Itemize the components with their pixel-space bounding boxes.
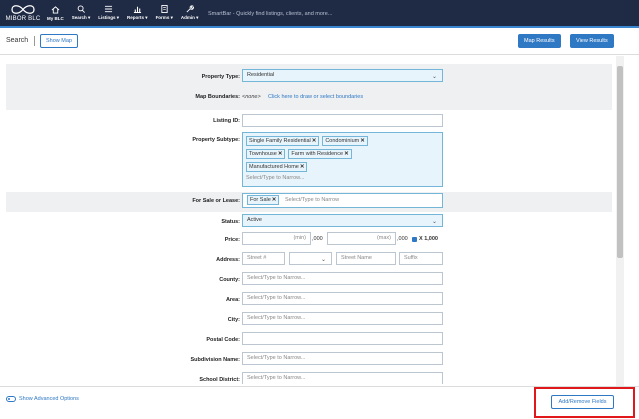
list-icon (105, 5, 113, 13)
property-type-select[interactable]: Residential ⌄ (242, 69, 443, 82)
nav-label: My BLC (47, 15, 64, 21)
property-type-value: Residential (247, 72, 275, 78)
nav-label: Admin ▾ (180, 15, 199, 20)
header-divider (34, 36, 35, 46)
nav-reports[interactable]: Reports ▾ (123, 0, 152, 26)
sale-lease-multiselect[interactable]: For Sale✕ Select/Type to Narrow (242, 193, 443, 208)
advanced-toggle-icon[interactable] (6, 396, 16, 402)
page-title: Search (6, 37, 29, 44)
sale-lease-placeholder: Select/Type to Narrow (284, 197, 340, 203)
subtype-tag[interactable]: Condominium✕ (322, 136, 368, 146)
chevron-down-icon: ⌄ (431, 74, 437, 80)
address-label: Address: (216, 257, 240, 263)
remove-tag-icon[interactable]: ✕ (278, 151, 283, 157)
listing-id-input[interactable] (242, 114, 443, 127)
wrench-icon (186, 5, 195, 13)
subtype-placeholder: Select/Type to Narrow... (246, 175, 305, 181)
draw-boundaries-link[interactable]: Click here to draw or select boundaries (268, 94, 363, 100)
nav-forms[interactable]: Forms ▾ (152, 0, 177, 26)
property-type-label: Property Type: (201, 74, 240, 80)
nav-admin[interactable]: Admin ▾ (177, 0, 203, 26)
search-form: Property Type: Residential ⌄ Map Boundar… (6, 64, 612, 384)
view-results-button[interactable]: View Results (570, 34, 614, 48)
footer-bar: Show Advanced Options Add/Remove Fields (0, 386, 639, 419)
postal-code-label: Postal Code: (206, 337, 240, 343)
price-max-input[interactable]: (max) (327, 232, 396, 245)
multiplier-checkbox[interactable] (412, 237, 417, 242)
status-label: Status: (221, 219, 240, 225)
county-input[interactable]: Select/Type to Narrow... (242, 272, 443, 285)
postal-code-input[interactable] (242, 332, 443, 345)
smartbar-input[interactable]: SmartBar - Quickly find listings, client… (203, 8, 639, 20)
mibor-logo[interactable]: MIBOR BLC (3, 0, 43, 26)
area-label: Area: (225, 297, 240, 303)
home-icon (51, 5, 60, 14)
property-subtype-label: Property Subtype: (192, 137, 240, 143)
street-suffix-input[interactable]: Suffix (399, 252, 443, 265)
document-icon (161, 5, 168, 13)
school-district-input[interactable]: Select/Type to Narrow... (242, 372, 443, 384)
status-select[interactable]: Active ⌄ (242, 214, 443, 227)
school-district-label: School District: (199, 377, 240, 383)
city-label: City: (227, 317, 240, 323)
map-boundaries-none: <none> (242, 94, 261, 100)
nav-listings[interactable]: Listings ▾ (94, 0, 123, 26)
nav-label: Forms ▾ (155, 15, 173, 20)
street-number-input[interactable]: Street # (242, 252, 285, 265)
bar-chart-icon (133, 6, 141, 13)
chevron-down-icon: ⌄ (320, 257, 326, 263)
add-remove-fields-button[interactable]: Add/Remove Fields (551, 395, 614, 409)
remove-tag-icon[interactable]: ✕ (300, 164, 305, 170)
subdivision-input[interactable]: Select/Type to Narrow... (242, 352, 443, 365)
subtype-tag[interactable]: Townhouse✕ (246, 149, 286, 159)
sale-lease-label: For Sale or Lease: (192, 198, 240, 204)
logo-text: MIBOR BLC (5, 16, 41, 22)
subtype-tag[interactable]: Manufactured Home✕ (246, 162, 308, 172)
sale-lease-tag[interactable]: For Sale✕ (247, 195, 280, 205)
listing-id-label: Listing ID: (213, 118, 240, 124)
nav-label: Search ▾ (71, 15, 91, 20)
subtype-tag[interactable]: Single Family Residential✕ (246, 136, 320, 146)
price-max-suffix: ,000 (397, 236, 408, 242)
subdivision-label: Subdivision Name: (190, 357, 240, 363)
search-header: Search Show Map Map Results View Results (0, 28, 639, 55)
property-subtype-multiselect[interactable]: Single Family Residential✕ Condominium✕ … (242, 132, 443, 187)
remove-tag-icon[interactable]: ✕ (312, 138, 317, 144)
area-input[interactable]: Select/Type to Narrow... (242, 292, 443, 305)
price-min-suffix: ,000 (312, 236, 323, 242)
show-advanced-options-link[interactable]: Show Advanced Options (19, 396, 79, 402)
price-min-input[interactable]: (min) (242, 232, 311, 245)
city-input[interactable]: Select/Type to Narrow... (242, 312, 443, 325)
nav-my-blc[interactable]: My BLC (43, 0, 68, 26)
street-name-input[interactable]: Street Name (336, 252, 396, 265)
nav-label: Listings ▾ (98, 15, 120, 20)
search-icon (77, 5, 85, 13)
scrollbar-thumb[interactable] (617, 66, 623, 258)
nav-label: Reports ▾ (127, 15, 148, 20)
show-map-button[interactable]: Show Map (40, 34, 78, 48)
map-boundaries-label: Map Boundaries: (195, 94, 240, 100)
nav-search[interactable]: Search ▾ (68, 0, 95, 26)
status-value: Active (247, 217, 262, 223)
multiplier-label: X 1,000 (419, 236, 438, 242)
price-label: Price: (224, 237, 240, 243)
chevron-down-icon: ⌄ (431, 219, 437, 225)
remove-tag-icon[interactable]: ✕ (272, 197, 277, 203)
county-label: County: (219, 277, 240, 283)
top-nav: MIBOR BLC My BLC Search ▾ Listings ▾ Rep… (0, 0, 639, 28)
remove-tag-icon[interactable]: ✕ (344, 151, 349, 157)
infinity-logo-icon (11, 5, 35, 14)
subtype-tag[interactable]: Farm with Residence✕ (288, 149, 352, 159)
map-results-button[interactable]: Map Results (518, 34, 561, 48)
remove-tag-icon[interactable]: ✕ (360, 138, 365, 144)
street-direction-select[interactable]: ⌄ (289, 252, 332, 265)
